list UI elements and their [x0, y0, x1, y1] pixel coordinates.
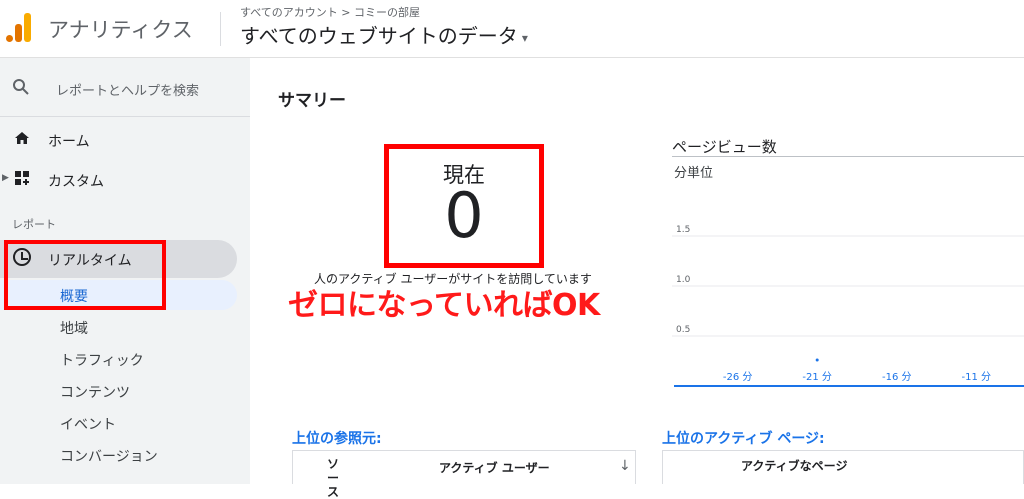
caret-down-icon: ▾: [521, 30, 528, 45]
active-pages-table-header: アクティブなページ: [662, 450, 1024, 484]
sidebar-item-label: ホーム: [48, 134, 90, 150]
sort-arrow-icon[interactable]: ↓: [619, 459, 631, 473]
main-content: サマリー 現在 0 人のアクティブ ユーザーがサイトを訪問しています ゼロになっ…: [262, 74, 1024, 499]
sidebar-item-label: トラフィック: [60, 353, 144, 369]
annotation-text: ゼロになっていればOK: [288, 288, 600, 323]
search-icon: [12, 78, 30, 101]
sidebar-item-events[interactable]: イベント: [0, 408, 237, 438]
y-tick-label: 1.0: [676, 275, 691, 285]
active-pages-title: 上位のアクティブ ページ:: [662, 431, 825, 447]
referrers-title: 上位の参照元:: [292, 431, 382, 447]
referrers-table-header: ソース アクティブ ユーザー ↓: [292, 450, 636, 499]
chart-plot: 0.5 1.0 1.5 -26 分 -21 分 -16 分 -11 分: [672, 225, 1024, 387]
column-active-page[interactable]: アクティブなページ: [741, 459, 847, 473]
current-users-box: 現在 0: [384, 144, 544, 268]
sidebar-item-label: イベント: [60, 417, 116, 433]
view-selector[interactable]: すべてのウェブサイトのデータ ▾: [240, 20, 528, 49]
top-bar: アナリティクス すべてのアカウント > コミーの部屋 すべてのウェブサイトのデー…: [0, 0, 1024, 58]
current-value: 0: [444, 179, 484, 252]
sidebar-divider: [0, 116, 250, 117]
sidebar-item-label: コンテンツ: [60, 385, 130, 401]
account-breadcrumb[interactable]: すべてのアカウント > コミーの部屋: [240, 4, 420, 20]
pageviews-chart: 分単位 0.5 1.0 1.5 -26 分 -21 分 -16 分 -11 分: [672, 156, 1024, 396]
sidebar-item-locations[interactable]: 地域: [0, 312, 237, 342]
y-tick-label: 0.5: [676, 325, 690, 335]
sidebar-item-label: コンバージョン: [60, 449, 158, 465]
expand-arrow-icon[interactable]: ▶: [2, 173, 9, 183]
pageviews-title: ページビュー数: [672, 138, 777, 156]
sidebar-item-custom[interactable]: ▶ カスタム: [0, 164, 250, 196]
x-tick-label: -26 分: [723, 371, 753, 383]
sidebar-item-traffic[interactable]: トラフィック: [0, 344, 237, 374]
page-title: サマリー: [278, 91, 346, 111]
highlight-box: [4, 240, 166, 310]
reports-section-label: レポート: [12, 218, 56, 231]
column-active-users[interactable]: アクティブ ユーザー: [439, 461, 550, 475]
x-tick-label: -16 分: [882, 371, 912, 383]
data-point: [815, 358, 819, 362]
app-title: アナリティクス: [48, 18, 193, 42]
x-tick-label: -11 分: [962, 371, 992, 383]
sidebar-item-label: カスタム: [48, 174, 104, 190]
y-tick-label: 1.5: [676, 225, 690, 235]
analytics-logo-icon[interactable]: [6, 10, 32, 42]
x-tick-label: -21 分: [802, 371, 832, 383]
sidebar-item-label: 地域: [60, 321, 88, 337]
sidebar-item-home[interactable]: ホーム: [0, 124, 250, 156]
search-placeholder: レポートとヘルプを検索: [56, 84, 200, 99]
sidebar-item-conversions[interactable]: コンバージョン: [0, 440, 237, 470]
report-search[interactable]: レポートとヘルプを検索: [0, 70, 250, 106]
header-divider: [220, 12, 221, 46]
sidebar-item-content[interactable]: コンテンツ: [0, 376, 237, 406]
home-icon: [14, 130, 30, 150]
view-name: すべてのウェブサイトのデータ: [240, 24, 518, 48]
dashboard-add-icon: [14, 170, 30, 190]
column-source[interactable]: ソース: [327, 457, 347, 499]
